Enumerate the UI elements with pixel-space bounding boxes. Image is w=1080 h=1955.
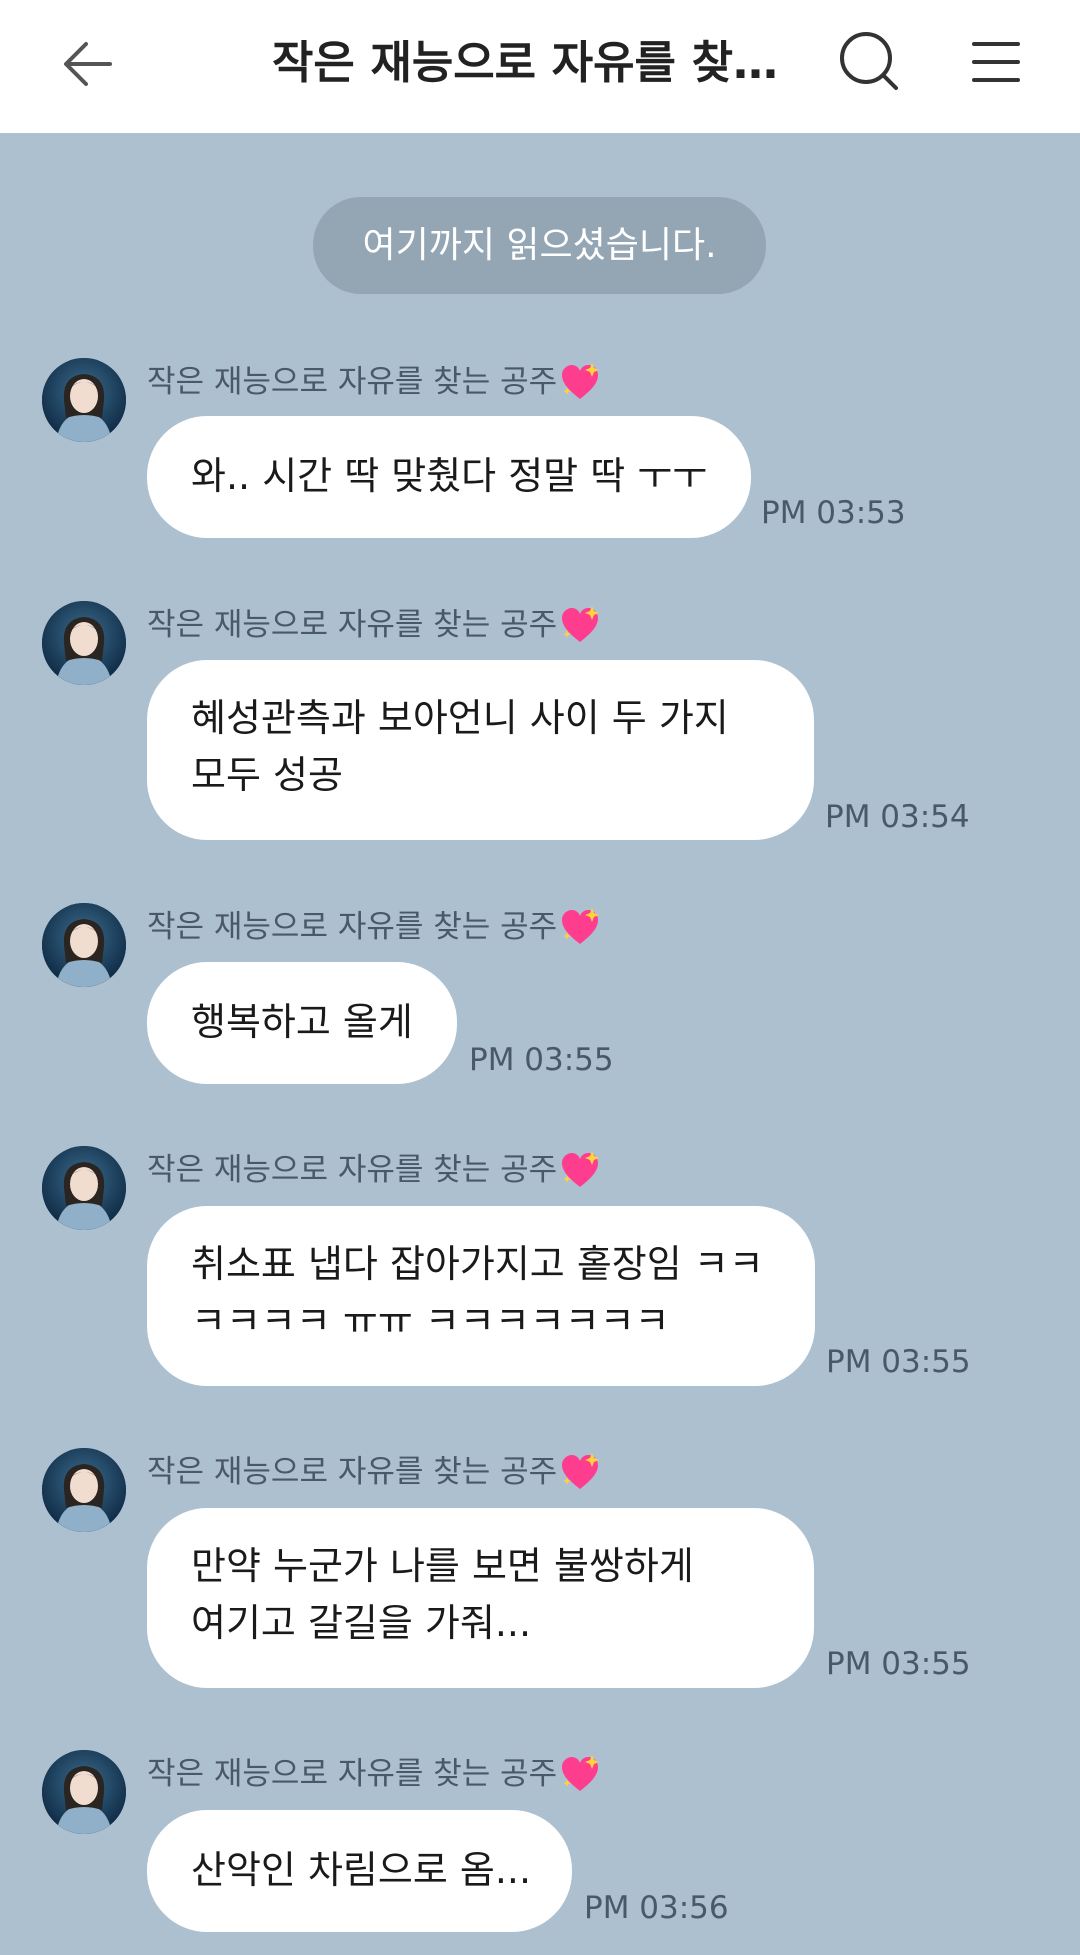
back-button[interactable] [52,28,124,100]
message-bubble[interactable]: 산악인 차림으로 옴... [147,1810,572,1932]
sparkling-heart-icon [562,606,600,642]
message-bubble[interactable]: 취소표 냅다 잡아가지고 홑장임 ㅋㅋ ㅋㅋㅋㅋ ㅠㅠ ㅋㅋㅋㅋㅋㅋㅋ [147,1206,815,1386]
chat-header: 작은 재능으로 자유를 찾는 ... [0,0,1080,133]
avatar[interactable] [42,1146,126,1230]
sender-name: 작은 재능으로 자유를 찾는 공주 [147,1750,601,1798]
chat-title: 작은 재능으로 자유를 찾는 ... [272,36,812,89]
message-time: PM 03:55 [826,1646,971,1682]
message-time: PM 03:54 [825,799,970,835]
search-button[interactable] [836,28,904,96]
avatar[interactable] [42,601,126,685]
menu-button[interactable] [960,28,1032,96]
message-time: PM 03:55 [826,1344,971,1380]
sparkling-heart-icon [562,363,600,399]
back-arrow-icon [64,42,112,86]
sparkling-heart-icon [562,908,600,944]
sender-name: 작은 재능으로 자유를 찾는 공주 [147,903,601,951]
sender-name: 작은 재능으로 자유를 찾는 공주 [147,601,601,649]
avatar[interactable] [42,358,126,442]
read-marker: 여기까지 읽으셨습니다. [313,197,766,294]
search-icon [840,32,898,90]
message-bubble[interactable]: 와.. 시간 딱 맞췄다 정말 딱 ㅜㅜ [147,416,751,538]
sparkling-heart-icon [562,1453,600,1489]
sparkling-heart-icon [562,1755,600,1791]
sender-name: 작은 재능으로 자유를 찾는 공주 [147,358,601,406]
sparkling-heart-icon [562,1151,600,1187]
message-time: PM 03:55 [469,1042,614,1078]
avatar[interactable] [42,1448,126,1532]
message-bubble[interactable]: 만약 누군가 나를 보면 불쌍하게 여기고 갈길을 가줘... [147,1508,814,1688]
avatar[interactable] [42,1750,126,1834]
sender-name: 작은 재능으로 자유를 찾는 공주 [147,1146,601,1194]
message-time: PM 03:56 [584,1890,729,1926]
message-time: PM 03:53 [761,495,906,531]
message-bubble[interactable]: 행복하고 올게 [147,962,457,1084]
avatar[interactable] [42,903,126,987]
message-bubble[interactable]: 혜성관측과 보아언니 사이 두 가지 모두 성공 [147,660,814,840]
menu-icon [972,42,1020,82]
sender-name: 작은 재능으로 자유를 찾는 공주 [147,1448,601,1496]
